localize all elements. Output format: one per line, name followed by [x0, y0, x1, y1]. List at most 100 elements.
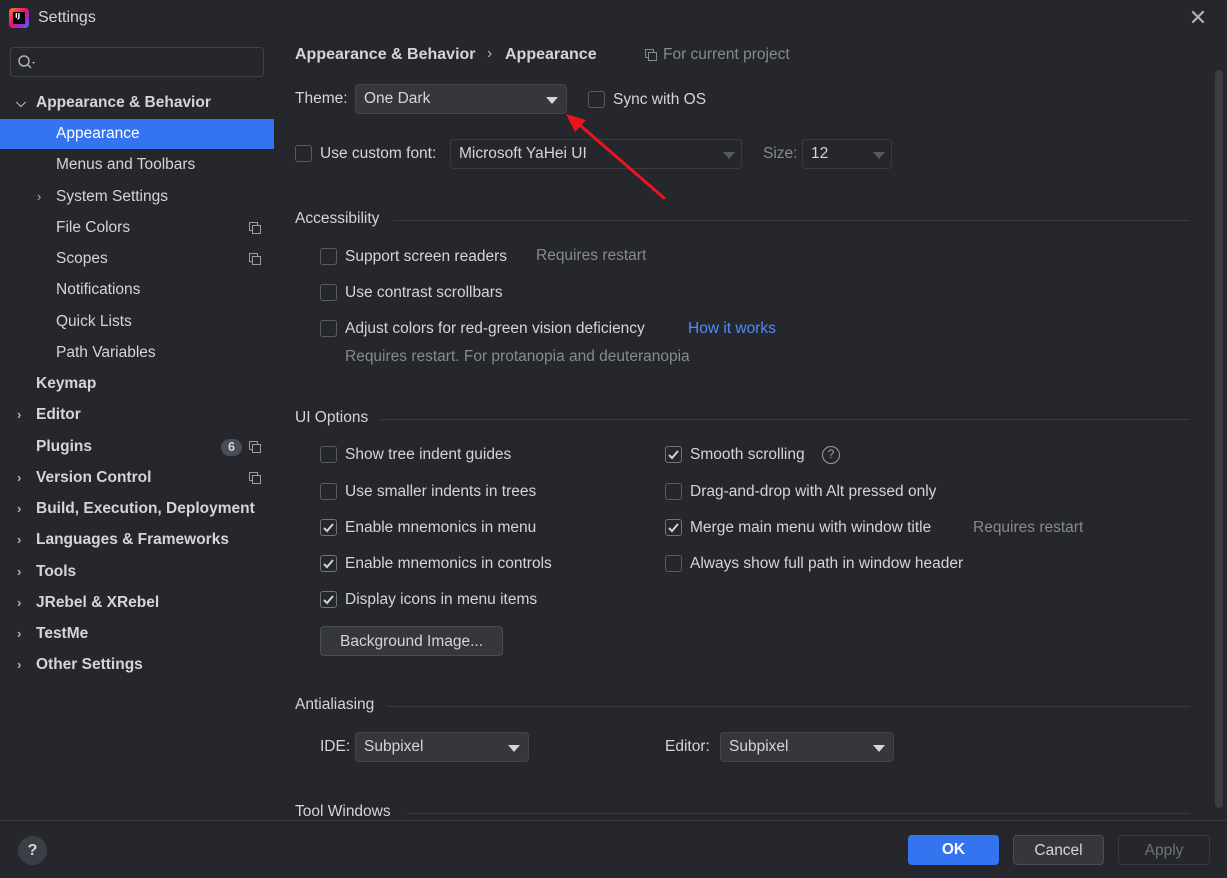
full-path-header-checkbox[interactable]	[665, 555, 682, 572]
breadcrumb-current: Appearance	[505, 46, 597, 63]
chevron-right-icon: ›	[17, 564, 22, 579]
chevron-right-icon: ›	[17, 657, 22, 672]
tool-windows-section-title: Tool Windows	[295, 803, 391, 820]
mnemonics-controls-label: Enable mnemonics in controls	[345, 555, 552, 572]
drag-drop-alt-checkbox[interactable]	[665, 483, 682, 500]
drag-drop-alt-label: Drag-and-drop with Alt pressed only	[690, 483, 937, 500]
tree-indent-guides-checkbox[interactable]	[320, 446, 337, 463]
antialiasing-section-title: Antialiasing	[295, 696, 375, 713]
how-it-works-link[interactable]: How it works	[688, 320, 776, 338]
color-deficiency-checkbox[interactable]	[320, 320, 337, 337]
annotation-arrow	[566, 114, 666, 200]
sidebar-item-label: Appearance & Behavior	[36, 94, 211, 111]
search-icon	[18, 55, 35, 69]
theme-label: Theme:	[295, 90, 348, 107]
dropdown-arrow-icon	[873, 745, 885, 752]
sidebar-item-path-variables[interactable]: Path Variables	[0, 338, 274, 368]
ide-antialiasing-select[interactable]: Subpixel	[355, 732, 529, 762]
sidebar-item-languages-frameworks[interactable]: › Languages & Frameworks	[0, 525, 274, 555]
sidebar-item-label: Keymap	[36, 375, 97, 392]
menu-icons-checkbox[interactable]	[320, 591, 337, 608]
sidebar-item-file-colors[interactable]: File Colors	[0, 213, 274, 243]
font-size-value: 12	[811, 145, 829, 162]
sidebar-item-quick-lists[interactable]: Quick Lists	[0, 307, 274, 337]
background-image-button[interactable]: Background Image...	[320, 626, 503, 656]
font-size-select[interactable]: 12	[802, 139, 892, 169]
sidebar-item-label: Notifications	[56, 281, 141, 298]
chevron-right-icon: ›	[17, 470, 22, 485]
merge-main-menu-label: Merge main menu with window title	[690, 519, 932, 536]
theme-select[interactable]: One Dark	[355, 84, 567, 114]
sidebar-item-editor[interactable]: › Editor	[0, 400, 274, 430]
chevron-right-icon: ›	[17, 532, 22, 547]
sidebar-item-label: Editor	[36, 406, 81, 423]
sidebar-item-appearance-behavior[interactable]: ⌵ Appearance & Behavior	[0, 88, 274, 118]
help-icon[interactable]: ?	[18, 836, 47, 865]
contrast-scrollbars-label: Use contrast scrollbars	[345, 284, 503, 301]
ui-options-section-title: UI Options	[295, 409, 369, 426]
section-divider	[407, 813, 1190, 814]
intellij-app-icon: IJ	[9, 8, 29, 28]
chevron-down-icon: ⌵	[16, 95, 26, 110]
sidebar-item-tools[interactable]: › Tools	[0, 557, 274, 587]
sidebar-item-testme[interactable]: › TestMe	[0, 619, 274, 649]
sidebar-item-build-execution[interactable]: › Build, Execution, Deployment	[0, 494, 274, 524]
sidebar-item-label: Build, Execution, Deployment	[36, 500, 255, 517]
ok-button[interactable]: OK	[908, 835, 999, 865]
sidebar-item-label: File Colors	[56, 219, 131, 236]
screen-readers-checkbox[interactable]	[320, 248, 337, 265]
sidebar-item-label: Tools	[36, 563, 77, 580]
contrast-scrollbars-checkbox[interactable]	[320, 284, 337, 301]
section-divider	[393, 220, 1190, 221]
editor-antialiasing-label: Editor:	[665, 738, 710, 755]
content-scrollbar[interactable]	[1215, 70, 1223, 808]
dropdown-arrow-icon	[508, 745, 520, 752]
sidebar-item-label: Quick Lists	[56, 313, 132, 330]
sync-with-os-label: Sync with OS	[613, 91, 707, 108]
close-icon[interactable]: ✕	[1185, 5, 1211, 31]
apply-button[interactable]: Apply	[1118, 835, 1210, 865]
cancel-button[interactable]: Cancel	[1013, 835, 1104, 865]
mnemonics-menu-checkbox[interactable]	[320, 519, 337, 536]
use-custom-font-checkbox[interactable]	[295, 145, 312, 162]
mnemonics-controls-checkbox[interactable]	[320, 555, 337, 572]
sidebar-item-system-settings[interactable]: › System Settings	[0, 182, 274, 212]
sidebar-item-menus-toolbars[interactable]: Menus and Toolbars	[0, 150, 274, 180]
chevron-right-icon: ›	[17, 407, 22, 422]
sidebar-item-label: Menus and Toolbars	[56, 156, 196, 173]
search-field[interactable]	[10, 47, 264, 77]
editor-antialiasing-select[interactable]: Subpixel	[720, 732, 894, 762]
sync-with-os-checkbox[interactable]	[588, 91, 605, 108]
help-icon[interactable]: ?	[822, 446, 840, 464]
smaller-indents-checkbox[interactable]	[320, 483, 337, 500]
sidebar-item-label: Version Control	[36, 469, 152, 486]
chevron-right-icon: ›	[37, 189, 42, 204]
sidebar-item-label: JRebel & XRebel	[36, 594, 160, 611]
project-scope-icon	[645, 49, 657, 61]
sidebar-item-jrebel[interactable]: › JRebel & XRebel	[0, 588, 274, 618]
color-deficiency-note: Requires restart. For protanopia and deu…	[345, 348, 690, 365]
sidebar-item-keymap[interactable]: Keymap	[0, 369, 274, 399]
smooth-scrolling-label: Smooth scrolling	[690, 446, 805, 463]
search-input[interactable]	[41, 52, 256, 72]
color-deficiency-label: Adjust colors for red-green vision defic…	[345, 320, 645, 337]
project-scope-icon	[249, 253, 261, 265]
sidebar-item-notifications[interactable]: Notifications	[0, 275, 274, 305]
merge-main-menu-checkbox[interactable]	[665, 519, 682, 536]
sidebar-item-label: Other Settings	[36, 656, 143, 673]
sidebar-item-label: Appearance	[56, 125, 140, 142]
dropdown-arrow-icon	[873, 152, 885, 159]
breadcrumb-parent[interactable]: Appearance & Behavior	[295, 46, 476, 64]
chevron-right-icon: ›	[17, 626, 22, 641]
breadcrumb-separator: ›	[487, 45, 493, 62]
project-scope-icon	[249, 472, 261, 484]
sidebar-item-scopes[interactable]: Scopes	[0, 244, 274, 274]
sidebar-item-version-control[interactable]: › Version Control	[0, 463, 274, 493]
sidebar-item-plugins[interactable]: Plugins 6	[0, 432, 274, 462]
sidebar-item-appearance[interactable]: Appearance	[0, 119, 274, 149]
sidebar-item-other-settings[interactable]: › Other Settings	[0, 650, 274, 680]
tree-indent-guides-label: Show tree indent guides	[345, 446, 512, 463]
project-scope-icon	[249, 222, 261, 234]
requires-restart-note: Requires restart	[973, 519, 1084, 536]
smooth-scrolling-checkbox[interactable]	[665, 446, 682, 463]
